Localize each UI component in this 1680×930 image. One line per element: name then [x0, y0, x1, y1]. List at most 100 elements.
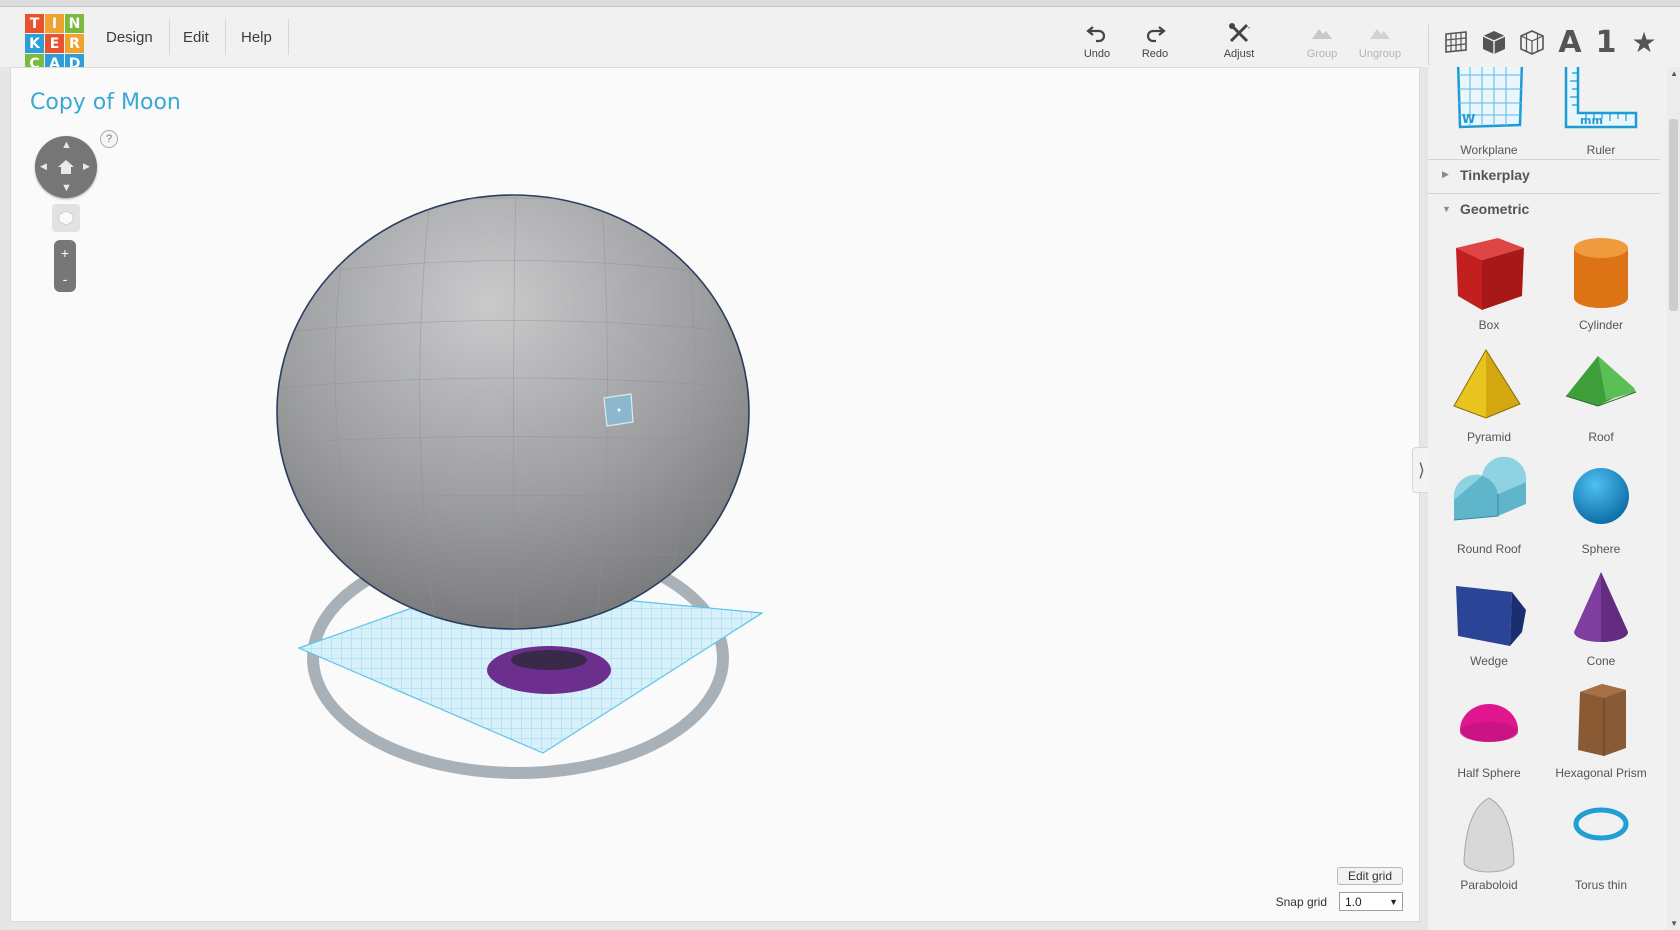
- zoom-in-button[interactable]: +: [54, 240, 76, 266]
- shape-tile-roof[interactable]: Roof: [1546, 342, 1656, 454]
- home-icon[interactable]: [56, 157, 76, 177]
- logo-letter: I: [45, 14, 64, 33]
- shape-tile-half-sphere[interactable]: Half Sphere: [1434, 678, 1544, 790]
- shape-label-box: Box: [1478, 318, 1500, 332]
- shape-tile-paraboloid[interactable]: Paraboloid: [1434, 790, 1544, 902]
- orbit-left-icon[interactable]: ◀: [40, 161, 47, 172]
- help-glyph: ?: [105, 133, 113, 145]
- fit-view-button[interactable]: [52, 204, 80, 232]
- ungroup-button[interactable]: Ungroup: [1353, 21, 1407, 67]
- star-icon: ★: [1631, 25, 1657, 59]
- wireframe-view-button[interactable]: [1516, 25, 1548, 59]
- shape-label-torus-thin: Torus thin: [1574, 878, 1628, 892]
- shape-label-wedge: Wedge: [1470, 654, 1508, 668]
- shape-tile-hexagonal-prism[interactable]: Hexagonal Prism: [1546, 678, 1656, 790]
- adjust-label: Adjust: [1223, 48, 1255, 60]
- solid-view-button[interactable]: [1478, 25, 1510, 59]
- roof-icon: [1565, 356, 1637, 407]
- snap-grid-value: 1.0: [1345, 894, 1362, 909]
- document-title[interactable]: Copy of Moon: [30, 90, 181, 115]
- half-sphere-icon: [1460, 704, 1518, 742]
- undo-button[interactable]: Undo: [1070, 21, 1124, 67]
- ruler-icon: mm: [1564, 67, 1638, 129]
- panel-scrollbar[interactable]: ▲ ▼: [1667, 67, 1680, 930]
- menu-edit[interactable]: Edit: [167, 19, 226, 55]
- sphere-icon: [1573, 468, 1629, 524]
- expanded-triangle-icon: ▼: [1442, 203, 1451, 214]
- shape-tile-sphere[interactable]: Sphere: [1546, 454, 1656, 566]
- header-bar: TINKERCAD Design Edit Help Undo Redo Adj…: [0, 7, 1680, 73]
- group-label: Group: [1306, 48, 1338, 60]
- base-contact-shadow: [511, 650, 587, 670]
- shape-tile-wedge[interactable]: Wedge: [1434, 566, 1544, 678]
- redo-button[interactable]: Redo: [1128, 21, 1182, 67]
- adjust-button[interactable]: Adjust: [1212, 21, 1266, 67]
- shape-tile-ruler[interactable]: mm Ruler: [1546, 67, 1656, 167]
- text-tool-button[interactable]: A: [1554, 25, 1586, 60]
- number-tool-button[interactable]: 1: [1590, 24, 1622, 60]
- box-icon: [1456, 238, 1524, 310]
- group-button[interactable]: Group: [1295, 21, 1349, 67]
- logo-letter: T: [25, 14, 44, 33]
- toolbar-separator: [1428, 25, 1429, 65]
- snap-grid-label: Snap grid: [1275, 895, 1327, 909]
- shape-tile-box[interactable]: Box: [1434, 230, 1544, 342]
- grid-view-button[interactable]: [1440, 25, 1472, 59]
- logo-letter: R: [65, 34, 84, 53]
- shape-label-sphere: Sphere: [1581, 542, 1621, 556]
- logo-letter: E: [45, 34, 64, 53]
- edit-grid-button[interactable]: Edit grid: [1336, 867, 1403, 885]
- edit-grid-label: Edit grid: [1347, 869, 1392, 883]
- workplane-icon: W: [1456, 67, 1524, 129]
- number-tool-glyph: 1: [1595, 24, 1617, 60]
- logo-letter: K: [25, 34, 44, 53]
- hexagonal-prism-icon: [1578, 684, 1626, 756]
- shape-tile-round-roof[interactable]: Round Roof: [1434, 454, 1544, 566]
- orbit-down-icon[interactable]: ▼: [61, 182, 72, 194]
- design-canvas[interactable]: Copy of Moon ▲ ▼ ◀ ▶ ? + - Edit grid Sna…: [10, 67, 1420, 922]
- shape-label-round-roof: Round Roof: [1456, 542, 1522, 556]
- section-tinkerplay[interactable]: ▶ Tinkerplay: [1428, 159, 1660, 189]
- shape-tile-torus-thin[interactable]: Torus thin: [1546, 790, 1656, 902]
- tinkercad-app: TINKERCAD Design Edit Help Undo Redo Adj…: [0, 0, 1680, 930]
- shape-label-cone: Cone: [1586, 654, 1616, 668]
- undo-label: Undo: [1083, 48, 1111, 60]
- orbit-right-icon[interactable]: ▶: [83, 161, 90, 172]
- redo-label: Redo: [1141, 48, 1169, 60]
- paraboloid-icon: [1463, 797, 1515, 873]
- scrollbar-thumb[interactable]: [1669, 119, 1678, 311]
- shape-tile-workplane[interactable]: W Workplane: [1434, 67, 1544, 167]
- shape-label-paraboloid: Paraboloid: [1460, 878, 1518, 892]
- moon-sphere[interactable]: [276, 183, 750, 630]
- menu-help[interactable]: Help: [225, 19, 289, 55]
- redo-icon: [1146, 26, 1166, 43]
- wedge-icon: [1456, 586, 1526, 646]
- shape-tile-pyramid[interactable]: Pyramid: [1434, 342, 1544, 454]
- round-roof-icon: [1453, 456, 1527, 521]
- orbit-control[interactable]: ▲ ▼ ◀ ▶: [35, 136, 97, 198]
- torus-thin-icon: [1573, 807, 1629, 841]
- orbit-up-icon[interactable]: ▲: [61, 139, 72, 151]
- ungroup-label: Ungroup: [1358, 48, 1402, 60]
- favorites-button[interactable]: ★: [1628, 25, 1660, 59]
- scroll-up-icon[interactable]: ▲: [1670, 69, 1678, 78]
- section-title-tinkerplay: Tinkerplay: [1460, 166, 1530, 183]
- help-button[interactable]: ?: [100, 130, 118, 148]
- menu-design[interactable]: Design: [90, 19, 170, 55]
- menu-design-label: Design: [106, 28, 153, 46]
- tinkercad-logo[interactable]: TINKERCAD: [25, 14, 84, 73]
- window-top-strip: [0, 0, 1680, 7]
- collapsed-triangle-icon: ▶: [1442, 169, 1449, 179]
- cone-icon: [1574, 572, 1628, 642]
- zoom-out-button[interactable]: -: [54, 266, 76, 292]
- shape-tile-cone[interactable]: Cone: [1546, 566, 1656, 678]
- zoom-control: + -: [54, 240, 76, 292]
- svg-text:W: W: [1462, 112, 1475, 126]
- dropdown-caret-icon: ▼: [1389, 896, 1398, 907]
- shape-tile-cylinder[interactable]: Cylinder: [1546, 230, 1656, 342]
- snap-grid-select[interactable]: 1.0 ▼: [1339, 892, 1403, 911]
- scroll-down-icon[interactable]: ▼: [1670, 919, 1678, 928]
- section-geometric[interactable]: ▼ Geometric: [1428, 193, 1660, 223]
- undo-icon: [1086, 26, 1106, 43]
- solid-cube-icon: [1482, 31, 1506, 54]
